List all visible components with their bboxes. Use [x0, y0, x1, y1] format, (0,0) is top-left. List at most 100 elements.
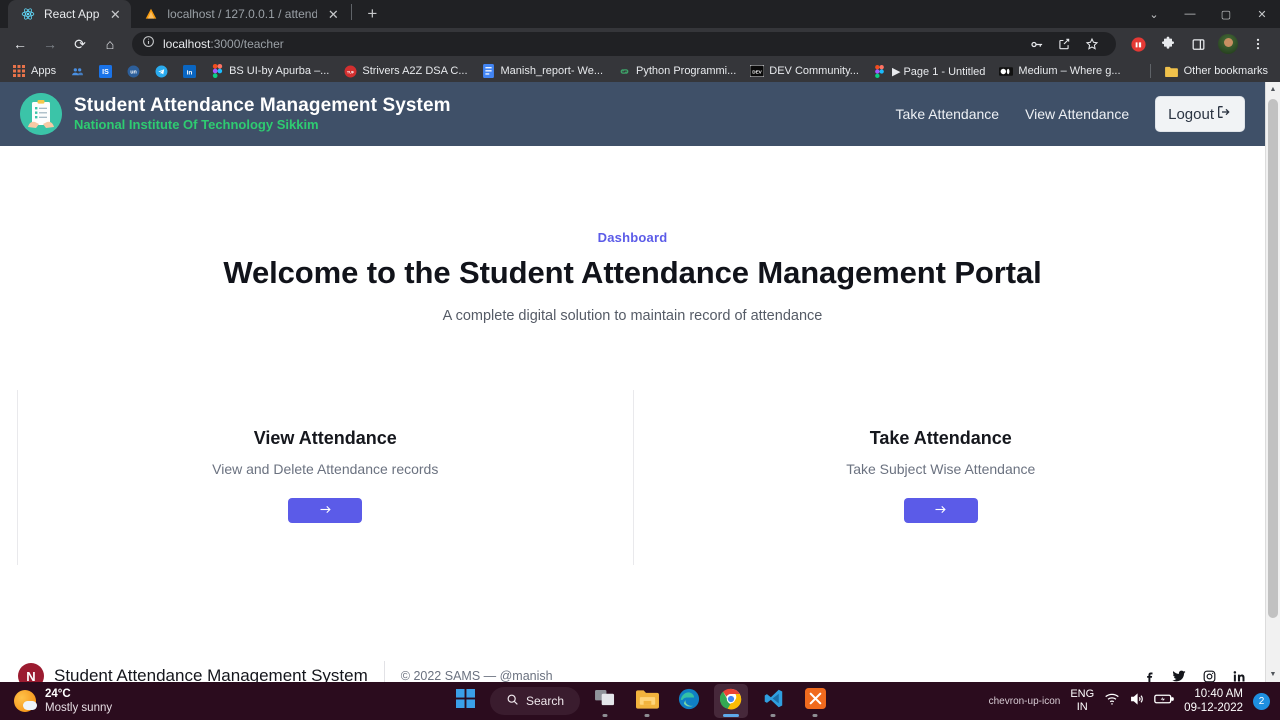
svg-text:in: in — [186, 69, 192, 76]
bookmarks-separator — [1150, 64, 1151, 78]
adblock-icon[interactable] — [1124, 30, 1152, 58]
logout-arrow-icon — [1216, 104, 1232, 124]
side-panel-icon[interactable] — [1184, 30, 1212, 58]
star-icon[interactable] — [1078, 30, 1106, 58]
bookmark-linkedin[interactable]: in — [176, 62, 202, 80]
play-glyph: ▶ — [892, 66, 900, 78]
tab-close-icon[interactable]: ✕ — [325, 6, 341, 22]
brand[interactable]: Student Attendance Management System Nat… — [20, 93, 451, 135]
running-indicator — [603, 714, 608, 717]
reload-button[interactable]: ⟳ — [66, 30, 94, 58]
info-circle-icon[interactable] — [142, 35, 155, 53]
tray-status-icons[interactable] — [1104, 691, 1174, 712]
bookmark-apps[interactable]: Apps — [6, 62, 62, 80]
bookmark-meet[interactable] — [64, 62, 90, 80]
puzzle-icon[interactable] — [1154, 30, 1182, 58]
nav-view-attendance[interactable]: View Attendance — [1025, 106, 1129, 122]
takeuforward-icon: TUF — [343, 64, 357, 78]
folder-icon — [1165, 64, 1179, 78]
instagram-icon[interactable] — [1201, 668, 1217, 682]
bookmark-medium[interactable]: Medium – Where g... — [993, 62, 1126, 80]
minimize-button[interactable]: — — [1172, 0, 1208, 28]
bookmark-dev-community[interactable]: DEV DEV Community... — [744, 62, 865, 80]
window-controls: ⌄ — ▢ ✕ — [1136, 0, 1280, 28]
tab-close-icon[interactable]: ✕ — [107, 6, 123, 22]
card-description: View and Delete Attendance records — [28, 461, 623, 477]
linkedin-icon: in — [182, 64, 196, 78]
phpmyadmin-icon — [143, 6, 159, 22]
visual-studio-code-button[interactable] — [756, 684, 790, 718]
microsoft-edge-button[interactable] — [672, 684, 706, 718]
bookmark-label: Python Programmi... — [636, 65, 736, 77]
scroll-up-arrow-icon[interactable]: ▲ — [1266, 82, 1280, 97]
bookmark-label: Other bookmarks — [1184, 65, 1268, 77]
language-line-1: ENG — [1070, 688, 1094, 701]
logout-button[interactable]: Logout — [1155, 96, 1245, 132]
task-view-button[interactable] — [588, 684, 622, 718]
chevron-up-icon[interactable]: chevron-up-icon — [989, 696, 1061, 707]
svg-text:IS: IS — [102, 69, 109, 76]
tab-divider — [351, 4, 352, 20]
arrow-right-icon — [318, 502, 333, 520]
scrollbar-thumb[interactable] — [1268, 99, 1278, 618]
forward-button[interactable]: → — [36, 30, 64, 58]
facebook-icon[interactable] — [1141, 668, 1157, 682]
google-chrome-button[interactable] — [714, 684, 748, 718]
page-scrollbar[interactable]: ▲ ▼ — [1265, 82, 1280, 682]
start-button[interactable] — [448, 684, 482, 718]
new-tab-button[interactable]: + — [358, 0, 386, 28]
language-indicator[interactable]: ENG IN — [1070, 688, 1094, 714]
address-bar[interactable]: localhost:3000/teacher — [132, 32, 1116, 56]
scroll-down-arrow-icon[interactable]: ▼ — [1266, 667, 1280, 682]
search-icon — [506, 693, 519, 709]
hero-section: Dashboard Welcome to the Student Attenda… — [0, 146, 1265, 324]
bookmark-page-1-untitled[interactable]: ▶ Page 1 - Untitled — [867, 62, 991, 80]
close-window-button[interactable]: ✕ — [1244, 0, 1280, 28]
avatar[interactable] — [1214, 30, 1242, 58]
maximize-button[interactable]: ▢ — [1208, 0, 1244, 28]
card-title: View Attendance — [28, 428, 623, 449]
taskbar-search-box[interactable]: Search — [490, 687, 580, 715]
linkedin-icon[interactable] — [1231, 668, 1247, 682]
bookmark-label: Strivers A2Z DSA C... — [362, 65, 467, 77]
bookmark-bs-ui[interactable]: BS UI-by Apurba –... — [204, 62, 335, 80]
take-attendance-button[interactable] — [904, 498, 978, 523]
browser-tab-phpmyadmin[interactable]: localhost / 127.0.0.1 / attendance ✕ — [131, 0, 349, 28]
bookmark-telegram[interactable] — [148, 62, 174, 80]
bookmark-manish-report[interactable]: Manish_report- We... — [476, 62, 610, 80]
key-icon[interactable] — [1022, 30, 1050, 58]
nav-take-attendance[interactable]: Take Attendance — [896, 106, 1000, 122]
bookmark-strivers-a2z[interactable]: TUF Strivers A2Z DSA C... — [337, 62, 473, 80]
xampp-button[interactable] — [798, 684, 832, 718]
three-dot-menu-icon[interactable] — [1244, 30, 1272, 58]
twitter-icon[interactable] — [1171, 668, 1187, 682]
card-title: Take Attendance — [644, 428, 1239, 449]
taskbar-weather-widget[interactable]: 24°C Mostly sunny — [0, 687, 112, 716]
card-view-attendance: View Attendance View and Delete Attendan… — [17, 390, 633, 565]
weather-text: 24°C Mostly sunny — [45, 687, 112, 716]
view-attendance-button[interactable] — [288, 498, 362, 523]
browser-tab-react-app[interactable]: React App ✕ — [8, 0, 131, 28]
bookmark-python-programming[interactable]: Python Programmi... — [611, 62, 742, 80]
page-subtitle: A complete digital solution to maintain … — [0, 308, 1265, 324]
taskbar-clock[interactable]: 10:40 AM 09-12-2022 — [1184, 687, 1243, 716]
weather-condition: Mostly sunny — [45, 701, 112, 715]
link-icon — [617, 64, 631, 78]
clipboard-checklist-icon — [20, 93, 62, 135]
tab-search-icon[interactable]: ⌄ — [1136, 0, 1172, 28]
tab-strip: React App ✕ localhost / 127.0.0.1 / atte… — [0, 0, 1280, 28]
file-explorer-button[interactable] — [630, 684, 664, 718]
telegram-icon — [154, 64, 168, 78]
bookmark-un[interactable]: un — [120, 62, 146, 80]
home-button[interactable]: ⌂ — [96, 30, 124, 58]
bookmark-label: Manish_report- We... — [501, 65, 604, 77]
bookmark-is[interactable]: IS — [92, 62, 118, 80]
windows-taskbar: 24°C Mostly sunny Search — [0, 682, 1280, 720]
back-button[interactable]: ← — [6, 30, 34, 58]
arrow-right-icon — [933, 502, 948, 520]
notification-badge[interactable]: 2 — [1253, 693, 1270, 710]
share-icon[interactable] — [1050, 30, 1078, 58]
site-footer: N Student Attendance Management System ©… — [0, 648, 1265, 682]
footer-social-links — [1141, 668, 1247, 682]
bookmark-other-bookmarks[interactable]: Other bookmarks — [1159, 62, 1274, 80]
